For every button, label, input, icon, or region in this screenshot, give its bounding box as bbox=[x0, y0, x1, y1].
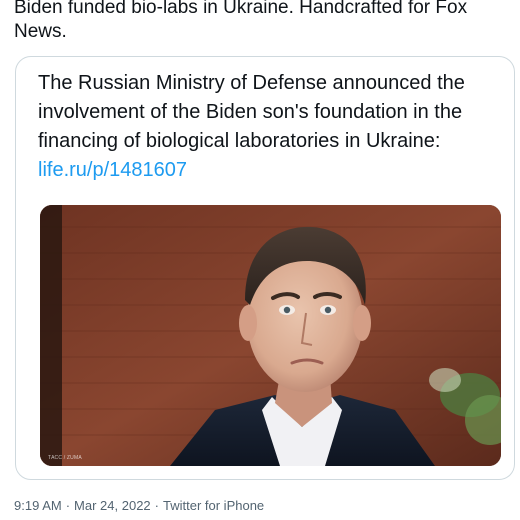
quoted-tweet-text: The Russian Ministry of Defense announce… bbox=[38, 72, 465, 152]
quoted-tweet-card[interactable]: The Russian Ministry of Defense announce… bbox=[15, 56, 515, 480]
tweet-source[interactable]: Twitter for iPhone bbox=[163, 498, 264, 513]
meta-separator-2: · bbox=[154, 498, 159, 513]
quoted-tweet-link[interactable]: life.ru/p/1481607 bbox=[38, 156, 508, 185]
quoted-tweet-photo[interactable]: ТАСС / ZUMA bbox=[40, 205, 501, 466]
tweet-timestamp-date[interactable]: Mar 24, 2022 bbox=[74, 498, 151, 513]
tweet-timestamp-time[interactable]: 9:19 AM bbox=[14, 498, 62, 513]
tweet-text: Biden funded bio-labs in Ukraine. Handcr… bbox=[14, 0, 468, 42]
meta-separator: · bbox=[65, 498, 71, 513]
photo-watermark: ТАСС / ZUMA bbox=[48, 455, 82, 461]
tweet-metadata: 9:19 AM · Mar 24, 2022 · Twitter for iPhone bbox=[14, 496, 264, 516]
photo-illustration bbox=[40, 205, 501, 466]
quoted-tweet-body: The Russian Ministry of Defense announce… bbox=[38, 69, 508, 185]
